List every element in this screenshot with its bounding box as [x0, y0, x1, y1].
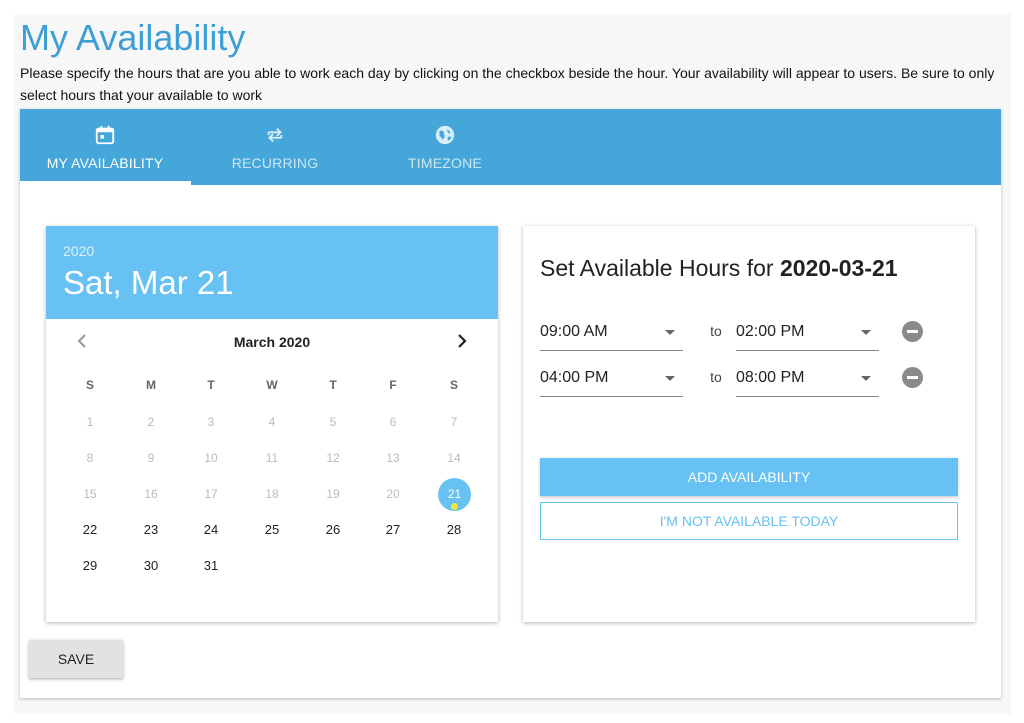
date-picker-header: 2020 Sat, Mar 21 [46, 226, 498, 319]
intro-text: Please specify the hours that are you ab… [20, 65, 995, 103]
calendar-day: 12 [326, 451, 340, 465]
calendar-day: 7 [450, 415, 458, 429]
start-time-value: 09:00 AM [540, 323, 608, 340]
tab-label: RECURRING [231, 155, 319, 171]
end-time-select[interactable]: 02:00 PM [736, 316, 879, 351]
caret-down-icon [665, 330, 675, 335]
month-navigation: March 2020 [46, 326, 498, 356]
tab-label: TIMEZONE [408, 155, 482, 171]
calendar-day: 18 [265, 487, 279, 501]
caret-down-icon [861, 376, 871, 381]
hours-title-prefix: Set Available Hours for [540, 255, 774, 281]
calendar-day: 14 [447, 451, 461, 465]
calendar-day: 15 [83, 487, 97, 501]
chevron-right-icon[interactable] [450, 329, 474, 353]
active-tab-indicator [20, 181, 191, 185]
weekday-label: T [329, 378, 337, 392]
available-hours-panel: Set Available Hours for 2020-03-21 09:00… [523, 226, 975, 622]
calendar-week: 29 30 31 [60, 548, 486, 584]
page: My Availability Please specify the hours… [14, 14, 1011, 714]
calendar-day: 1 [86, 415, 94, 429]
calendar-day: 9 [147, 451, 155, 465]
calendar-day[interactable]: 25 [242, 512, 302, 548]
add-availability-button[interactable]: ADD AVAILABILITY [540, 458, 958, 496]
page-title: My Availability [20, 17, 246, 58]
weekday-label: T [207, 378, 215, 392]
calendar-day: 2 [147, 415, 155, 429]
to-label: to [710, 369, 722, 385]
calendar-day[interactable]: 28 [424, 512, 484, 548]
calendar-day[interactable]: 22 [60, 512, 120, 548]
picker-selected-date: Sat, Mar 21 [63, 264, 234, 301]
weekday-label: F [389, 378, 397, 392]
to-label: to [710, 323, 722, 339]
weekday-header: S M T W T F S [60, 367, 486, 403]
end-time-value: 02:00 PM [736, 323, 805, 340]
calendar-day: 8 [86, 451, 94, 465]
date-picker: 2020 Sat, Mar 21 March 2020 S M T W T F … [46, 226, 498, 622]
end-time-select[interactable]: 08:00 PM [736, 362, 879, 397]
weekday-label: S [449, 378, 458, 392]
calendar-day[interactable]: 23 [121, 512, 181, 548]
calendar-week: 15 16 17 18 19 20 21 [60, 476, 486, 512]
not-available-today-button[interactable]: I'M NOT AVAILABLE TODAY [540, 502, 958, 540]
picker-year[interactable]: 2020 [63, 243, 94, 259]
save-button[interactable]: SAVE [29, 640, 123, 678]
weekday-label: W [266, 378, 278, 392]
calendar-day[interactable]: 29 [60, 548, 120, 584]
time-slot-row: 09:00 AM to 02:00 PM [540, 316, 940, 356]
calendar-day: 11 [265, 451, 279, 465]
calendar-day-selected[interactable]: 21 [424, 476, 484, 512]
calendar-day: 16 [144, 487, 158, 501]
calendar-day[interactable]: 26 [303, 512, 363, 548]
tab-bar: MY AVAILABILITY RECURRING TIMEZONE [20, 109, 1001, 185]
start-time-value: 04:00 PM [540, 369, 609, 386]
calendar-day: 6 [389, 415, 397, 429]
availability-dot [451, 503, 458, 510]
calendar-week: 22 23 24 25 26 27 28 [60, 512, 486, 548]
calendar-day[interactable]: 30 [121, 548, 181, 584]
calendar-day[interactable]: 31 [181, 548, 241, 584]
calendar-day: 17 [204, 487, 218, 501]
remove-slot-icon[interactable] [902, 321, 923, 342]
calendar-day[interactable]: 24 [181, 512, 241, 548]
calendar-day: 20 [386, 487, 400, 501]
tab-my-availability[interactable]: MY AVAILABILITY [20, 109, 190, 185]
calendar-day: 3 [207, 415, 215, 429]
availability-card: MY AVAILABILITY RECURRING TIMEZONE 2020 … [20, 109, 1001, 698]
weekday-label: S [85, 378, 94, 392]
globe-icon [435, 125, 455, 145]
calendar-week: 8 9 10 11 12 13 14 [60, 440, 486, 476]
hours-title: Set Available Hours for 2020-03-21 [540, 255, 898, 282]
calendar-day: 4 [268, 415, 276, 429]
tab-recurring[interactable]: RECURRING [190, 109, 360, 185]
calendar-day: 13 [386, 451, 400, 465]
calendar-day: 19 [326, 487, 340, 501]
calendar-week: 1 2 3 4 5 6 7 [60, 404, 486, 440]
repeat-icon [267, 127, 283, 143]
tab-label: MY AVAILABILITY [46, 155, 164, 171]
end-time-value: 08:00 PM [736, 369, 805, 386]
month-label: March 2020 [233, 334, 311, 350]
calendar-day[interactable]: 27 [363, 512, 423, 548]
caret-down-icon [861, 330, 871, 335]
tab-timezone[interactable]: TIMEZONE [360, 109, 530, 185]
start-time-select[interactable]: 04:00 PM [540, 362, 683, 397]
remove-slot-icon[interactable] [902, 367, 923, 388]
weekday-label: M [146, 378, 156, 392]
start-time-select[interactable]: 09:00 AM [540, 316, 683, 351]
time-slot-row: 04:00 PM to 08:00 PM [540, 362, 940, 402]
calendar-icon [95, 125, 115, 145]
hours-title-date: 2020-03-21 [779, 255, 898, 281]
calendar-day: 10 [204, 451, 218, 465]
calendar-day: 5 [329, 415, 337, 429]
caret-down-icon [665, 376, 675, 381]
